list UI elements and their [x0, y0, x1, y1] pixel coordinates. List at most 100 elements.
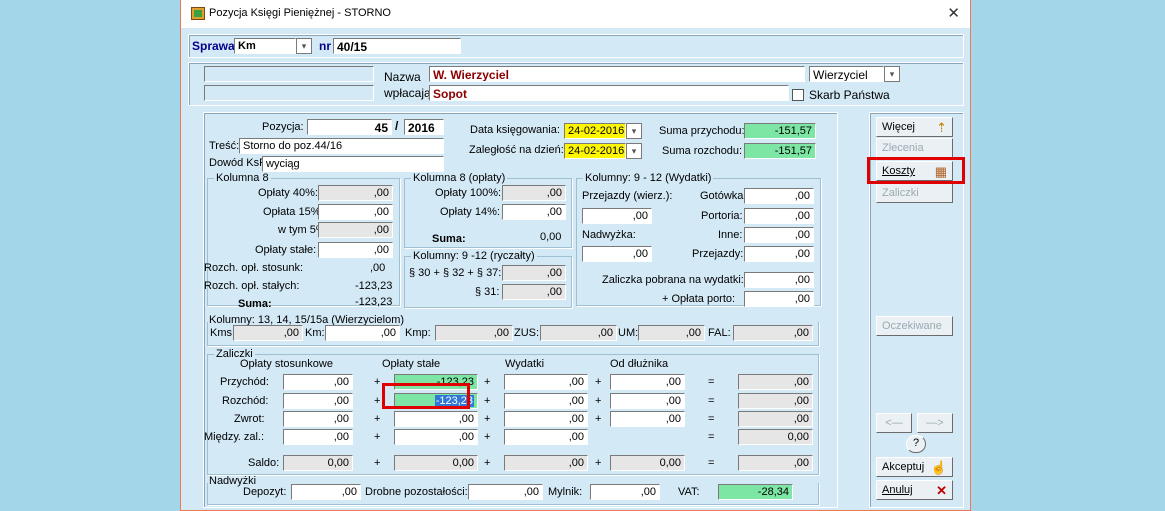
- oplata-porto-label: + Opłata porto:: [662, 293, 736, 305]
- skarb-panstwa-checkbox[interactable]: [792, 89, 804, 101]
- oplaty-stale-value[interactable]: -123,23: [394, 374, 478, 390]
- um-value: ,00: [638, 325, 705, 341]
- od-dluznika-value[interactable]: ,00: [610, 411, 685, 427]
- zaliczki-row-label: Międzу. zal.:: [204, 431, 265, 443]
- przejazdy-input[interactable]: ,00: [744, 246, 814, 262]
- koszty-button[interactable]: Koszty ▦: [876, 161, 953, 181]
- k8o-label: Suma:: [432, 233, 466, 245]
- k8-value: ,00: [318, 222, 393, 238]
- wydatki-value[interactable]: ,00: [504, 429, 588, 445]
- depozyt-input[interactable]: ,00: [291, 484, 361, 500]
- oplaty-stale-value[interactable]: ,00: [394, 411, 478, 427]
- total-value: ,00: [738, 393, 813, 409]
- payer-panel: Nazwa wpłacającego: W. Wierzyciel Sopot …: [188, 62, 964, 106]
- zlecenia-button[interactable]: Zlecenia: [876, 138, 953, 158]
- zaliczki-group: Zaliczki Opłaty stosunkowe Opłaty stałe …: [204, 348, 819, 475]
- plus-sign: +: [484, 457, 491, 469]
- inne-input[interactable]: ,00: [744, 227, 814, 243]
- chevron-down-icon[interactable]: ▾: [296, 38, 312, 54]
- gotowka-label: Gotówka:: [700, 190, 747, 202]
- costs-icon: ▦: [934, 164, 947, 179]
- pozycja-number[interactable]: 45: [307, 119, 392, 135]
- oplata-porto-input[interactable]: ,00: [744, 291, 814, 307]
- zaliczka-input[interactable]: ,00: [744, 272, 814, 288]
- tresc-input[interactable]: Storno do poz.44/16: [239, 138, 444, 154]
- plus-sign: +: [374, 457, 381, 469]
- nadwyzka-input[interactable]: ,00: [582, 246, 652, 262]
- sprawa-select[interactable]: Km: [234, 38, 296, 54]
- oplaty-stosunkowe-value[interactable]: ,00: [283, 411, 353, 427]
- mylnik-input[interactable]: ,00: [590, 484, 660, 500]
- pozycja-year[interactable]: 2016: [404, 119, 444, 135]
- app-icon: [191, 7, 205, 20]
- payer-name-input[interactable]: W. Wierzyciel: [429, 66, 805, 82]
- przejazdy-wierz-label: Przejazdy (wierz.):: [582, 190, 673, 202]
- close-button[interactable]: ✕: [947, 4, 960, 22]
- oplaty-stosunkowe-value[interactable]: ,00: [283, 393, 353, 409]
- selected-text: -123,23: [434, 395, 474, 407]
- tresc-label: Treść:: [209, 140, 240, 152]
- km-value[interactable]: ,00: [325, 325, 400, 341]
- przejazdy-wierz-input[interactable]: ,00: [582, 208, 652, 224]
- nr-input[interactable]: 40/15: [333, 38, 461, 54]
- k8-value: ,00: [370, 262, 386, 274]
- anuluj-button[interactable]: Anuluj ✕: [876, 480, 953, 500]
- zaliczki-row-label: Zwrot:: [234, 413, 265, 425]
- calendar-dropdown-icon[interactable]: ▾: [626, 143, 642, 159]
- gotowka-input[interactable]: ,00: [744, 188, 814, 204]
- kms-label: Kms:: [210, 327, 236, 339]
- nadwyzki-group: Depozyt: ,00 Drobne pozostałości: ,00 My…: [207, 483, 819, 505]
- od-dluznika-value[interactable]: ,00: [610, 374, 685, 390]
- k8-value: -123,23: [355, 280, 393, 292]
- payer-code-field-2: [204, 85, 374, 101]
- suma-rozchodu-value: -151,57: [744, 143, 816, 159]
- wiecej-button[interactable]: Więcej ⇡: [876, 117, 953, 137]
- calendar-dropdown-icon[interactable]: ▾: [626, 123, 642, 139]
- kolumny912-wydatki-group: Kolumny: 9 - 12 (Wydatki) Przejazdy (wie…: [576, 172, 821, 307]
- oczekiwane-button[interactable]: Oczekiwane: [876, 316, 953, 336]
- wydatki-value[interactable]: ,00: [504, 393, 588, 409]
- k8-value: -123,23: [355, 296, 393, 308]
- k8-value: ,00: [318, 185, 393, 201]
- km-label: Km:: [305, 327, 325, 339]
- dowod-input[interactable]: wyciąg: [262, 156, 444, 172]
- portoria-input[interactable]: ,00: [744, 208, 814, 224]
- mylnik-label: Mylnik:: [548, 486, 583, 498]
- wydatki-value[interactable]: ,00: [504, 374, 588, 390]
- next-button[interactable]: —>: [917, 413, 953, 433]
- total-value: ,00: [738, 374, 813, 390]
- data-ksiegowania-input[interactable]: 24-02-2016: [564, 123, 626, 139]
- oplaty-stosunkowe-value[interactable]: ,00: [283, 429, 353, 445]
- payer-type-select[interactable]: Wierzyciel: [809, 66, 884, 82]
- nazwa-label: Nazwa: [384, 70, 421, 84]
- col-header: Opłaty stosunkowe: [240, 358, 333, 370]
- k8o-value: 0,00: [540, 231, 562, 243]
- k8o-value[interactable]: ,00: [502, 204, 566, 220]
- k8-value[interactable]: ,00: [318, 242, 393, 258]
- k8-value[interactable]: ,00: [318, 204, 393, 220]
- fal-value: ,00: [733, 325, 813, 341]
- zaliczki-button[interactable]: Zaliczki: [876, 183, 953, 203]
- oplaty-stale-value[interactable]: ,00: [394, 429, 478, 445]
- zaleglosc-input[interactable]: 24-02-2016: [564, 143, 626, 159]
- portoria-label: Portoria:: [701, 210, 743, 222]
- dowod-label: Dowód KsP:: [209, 157, 270, 169]
- wydatki-value[interactable]: ,00: [504, 411, 588, 427]
- payer-city-input[interactable]: Sopot: [429, 85, 789, 101]
- plus-sign: +: [484, 431, 491, 443]
- help-button[interactable]: ?: [906, 435, 926, 453]
- akceptuj-button[interactable]: Akceptuj ☝: [876, 457, 953, 477]
- chevron-down-icon[interactable]: ▾: [884, 66, 900, 82]
- suma-przychodu-label: Suma przychodu:: [659, 125, 745, 137]
- k8-label: Opłata 15%: [263, 206, 321, 218]
- equals-sign: =: [708, 431, 715, 443]
- ryczalty-label: § 30 + § 32 + § 37:: [409, 267, 502, 279]
- kolumna8-oplaty-title: Kolumna 8 (opłaty): [411, 172, 508, 184]
- oplaty-stale-value[interactable]: -123,23: [394, 393, 478, 409]
- k8-label: Rozch. opł. stosunk:: [204, 262, 304, 274]
- drobne-input[interactable]: ,00: [468, 484, 543, 500]
- od-dluznika-value[interactable]: ,00: [610, 393, 685, 409]
- kolumny912-ryczalty-group: Kolumny: 9 -12 (ryczałty) § 30 + § 32 + …: [404, 250, 572, 308]
- oplaty-stosunkowe-value[interactable]: ,00: [283, 374, 353, 390]
- prev-button[interactable]: <—: [876, 413, 912, 433]
